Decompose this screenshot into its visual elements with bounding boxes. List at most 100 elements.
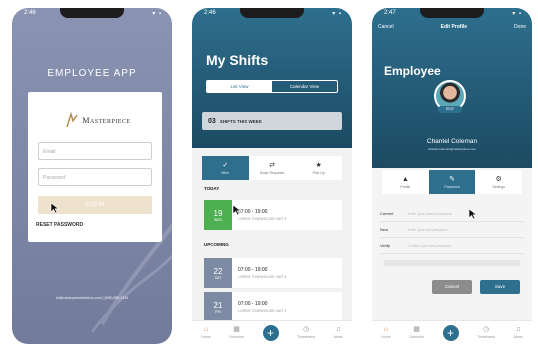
view-toggle: List View Calendar View bbox=[206, 80, 338, 93]
mouse-cursor-icon bbox=[468, 208, 478, 220]
app-title: EMPLOYEE APP bbox=[47, 68, 137, 79]
field-label: New bbox=[380, 227, 389, 232]
nav-alerts[interactable]: ♫ Alerts bbox=[514, 326, 523, 339]
shift-weekday: WED bbox=[213, 217, 223, 222]
verify-password-input[interactable]: Confirm your new password bbox=[408, 244, 451, 248]
new-password-input[interactable]: Enter your new password bbox=[408, 228, 448, 232]
nav-label: Home bbox=[201, 335, 211, 339]
edit-avatar-button[interactable]: EDIT bbox=[438, 106, 462, 113]
nav-home[interactable]: ⌂ Home bbox=[381, 326, 390, 339]
login-screen: 2:46 ▾ ▪ EMPLOYEE APP Masterpiece Email … bbox=[12, 8, 172, 344]
done-link[interactable]: Done bbox=[514, 24, 526, 30]
logo-mark-icon bbox=[66, 112, 78, 128]
tab-label: Pick Up bbox=[312, 170, 325, 175]
clock-icon: ◷ bbox=[483, 326, 490, 333]
shift-filter-tabs: ✓ Mine ⇄ Swap Requests ★ Pick Up bbox=[202, 156, 342, 180]
home-icon: ⌂ bbox=[383, 326, 389, 333]
my-shifts-screen: 2:46 ▾ ▪ My Shifts List View Calendar Vi… bbox=[192, 8, 352, 344]
calendar-icon: ▦ bbox=[233, 326, 240, 333]
current-password-input[interactable]: Enter your current password bbox=[408, 212, 452, 216]
list-view-tab[interactable]: List View bbox=[207, 81, 272, 92]
current-password-row: Current Enter your current password bbox=[380, 206, 524, 222]
tab-pick-up[interactable]: ★ Pick Up bbox=[295, 156, 342, 180]
shift-weekday: SAT bbox=[214, 275, 222, 280]
employee-name: Chantel Coleman bbox=[426, 138, 478, 145]
tab-profile[interactable]: ▲ Profile bbox=[382, 170, 429, 194]
add-button[interactable]: + bbox=[262, 324, 279, 341]
tab-mine[interactable]: ✓ Mine bbox=[202, 156, 249, 180]
key-icon: ✎ bbox=[449, 175, 455, 183]
user-icon: ▲ bbox=[401, 175, 409, 183]
nav-bar: Cancel Edit Profile Done bbox=[378, 24, 526, 30]
upcoming-section-label: UPCOMING bbox=[204, 242, 229, 247]
shift-card-today[interactable]: 19 WED 07:00 - 19:00 LOREM TOWNHOUSE UNI… bbox=[204, 200, 342, 230]
nav-schedule[interactable]: ▦ Schedule bbox=[229, 326, 244, 339]
company-logo: Masterpiece bbox=[44, 108, 152, 132]
nav-alerts[interactable]: ♫ Alerts bbox=[334, 326, 343, 339]
shift-day: 21 bbox=[213, 300, 223, 310]
clock-icon: ◷ bbox=[303, 326, 310, 333]
shift-time: 07:00 - 19:00 bbox=[238, 209, 268, 215]
today-section-label: TODAY bbox=[204, 186, 220, 191]
calendar-view-tab[interactable]: Calendar View bbox=[272, 81, 337, 92]
shift-count-banner: 03 SHIFTS THIS WEEK bbox=[202, 112, 342, 130]
mouse-cursor-icon bbox=[232, 204, 242, 216]
status-icons: ▾ ▪ bbox=[152, 11, 162, 17]
page-title: Employee bbox=[384, 64, 441, 78]
footer-contact: hr@masterpieceinteriors.com | (555) 555-… bbox=[55, 296, 129, 300]
gear-icon: ⚙ bbox=[495, 175, 502, 183]
nav-label: Home bbox=[381, 335, 391, 339]
email-field[interactable]: Email bbox=[38, 142, 152, 160]
calendar-icon: ▦ bbox=[413, 326, 420, 333]
nav-label: Alerts bbox=[513, 335, 523, 339]
cancel-button[interactable]: Cancel bbox=[432, 280, 472, 294]
bottom-nav: ⌂ Home ▦ Schedule + ◷ Timesheets ♫ Alert… bbox=[372, 320, 532, 344]
nav-timesheets[interactable]: ◷ Timesheets bbox=[297, 326, 315, 339]
add-button[interactable]: + bbox=[442, 324, 459, 341]
shift-card-upcoming[interactable]: 21 FRI 07:00 - 19:00 LOREM TOWNHOUSE UNI… bbox=[204, 292, 342, 322]
bell-icon: ♫ bbox=[515, 326, 521, 333]
tab-swap-requests[interactable]: ⇄ Swap Requests bbox=[249, 156, 296, 180]
shift-date-badge: 22 SAT bbox=[204, 258, 232, 288]
nav-label: Timesheets bbox=[477, 335, 496, 339]
password-field[interactable]: Password bbox=[38, 168, 152, 186]
shift-card-upcoming[interactable]: 22 SAT 07:00 - 19:00 LOREM TOWNHOUSE UNI… bbox=[204, 258, 342, 288]
profile-tabs: ▲ Profile ✎ Password ⚙ Settings bbox=[382, 170, 522, 194]
shift-date-badge: 19 WED bbox=[204, 200, 232, 230]
shift-info: 07:00 - 19:00 LOREM TOWNHOUSE UNIT 5 bbox=[232, 267, 286, 279]
nav-schedule[interactable]: ▦ Schedule bbox=[409, 326, 424, 339]
tab-password[interactable]: ✎ Password bbox=[428, 170, 476, 194]
tab-label: Swap Requests bbox=[259, 170, 285, 175]
nav-timesheets[interactable]: ◷ Timesheets bbox=[477, 326, 495, 339]
field-label: Verify bbox=[380, 243, 391, 248]
cancel-link[interactable]: Cancel bbox=[378, 24, 394, 30]
nav-home[interactable]: ⌂ Home bbox=[201, 326, 210, 339]
home-icon: ⌂ bbox=[203, 326, 209, 333]
edit-profile-screen: 2:47 ▾ ▪ Cancel Edit Profile Done Employ… bbox=[372, 8, 532, 344]
star-icon: ★ bbox=[315, 161, 322, 169]
save-button[interactable]: Save bbox=[480, 280, 520, 294]
notch bbox=[60, 8, 124, 18]
new-password-row: New Enter your new password bbox=[380, 222, 524, 238]
reset-password-link[interactable]: RESET PASSWORD bbox=[36, 222, 83, 228]
shift-location: LOREM TOWNHOUSE UNIT 5 bbox=[238, 217, 287, 221]
status-icons: ▾ ▪ bbox=[332, 11, 342, 17]
tab-label: Settings bbox=[492, 184, 505, 189]
shift-info: 07:00 - 19:00 LOREM TOWNHOUSE UNIT 5 bbox=[232, 301, 286, 313]
page-title: My Shifts bbox=[206, 52, 269, 68]
shift-day: 19 bbox=[213, 208, 223, 218]
nav-label: Alerts bbox=[333, 335, 343, 339]
tab-label: Mine bbox=[221, 170, 230, 175]
shift-time: 07:00 - 19:00 bbox=[238, 301, 268, 307]
tab-settings[interactable]: ⚙ Settings bbox=[475, 170, 522, 194]
form-actions: Cancel Save bbox=[432, 280, 520, 294]
field-label: Current bbox=[380, 211, 394, 216]
login-card: Masterpiece Email Password LOGIN RESET P… bbox=[28, 92, 162, 242]
status-icons: ▾ ▪ bbox=[512, 11, 522, 17]
logo-text: Masterpiece bbox=[82, 115, 131, 125]
employee-email: chantel.coleman@masterpiece.com bbox=[428, 147, 476, 151]
password-strength-bar bbox=[384, 260, 520, 266]
notch bbox=[240, 8, 304, 18]
nav-label: Timesheets bbox=[297, 335, 316, 339]
shift-time: 07:00 - 19:00 bbox=[238, 267, 268, 273]
